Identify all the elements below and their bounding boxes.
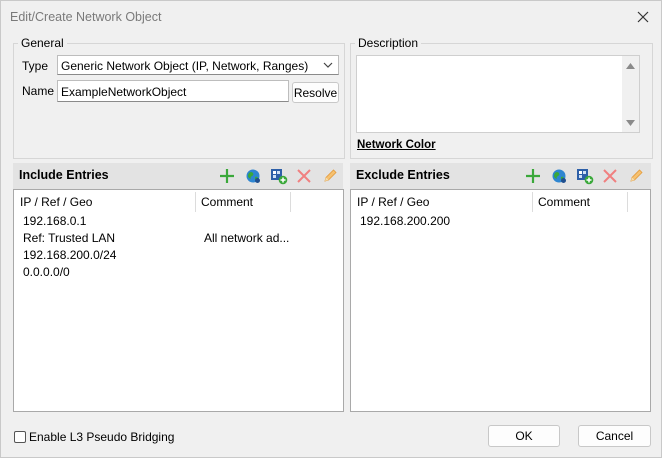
close-icon bbox=[637, 11, 649, 23]
resolve-button[interactable]: Resolve bbox=[292, 82, 339, 103]
add-network-object-icon bbox=[271, 169, 288, 185]
include-row-comment: All network ad... bbox=[204, 231, 290, 245]
general-legend: General bbox=[18, 36, 67, 50]
exclude-entries-title: Exclude Entries bbox=[356, 168, 450, 182]
include-entries-header: Include Entries bbox=[13, 163, 343, 189]
window-title: Edit/Create Network Object bbox=[10, 10, 162, 24]
include-delete-button[interactable] bbox=[293, 165, 315, 187]
globe-icon bbox=[246, 169, 260, 183]
include-entries-title: Include Entries bbox=[19, 168, 109, 182]
add-icon bbox=[526, 169, 540, 183]
l3-pseudo-bridging-label[interactable]: Enable L3 Pseudo Bridging bbox=[29, 430, 174, 444]
description-legend: Description bbox=[355, 36, 422, 50]
exclude-entries-list[interactable]: IP / Ref / Geo Comment 192.168.200.200 bbox=[350, 189, 651, 412]
include-globe-button[interactable] bbox=[242, 165, 264, 187]
add-icon bbox=[220, 169, 234, 183]
description-scrollbar[interactable] bbox=[622, 56, 639, 132]
edit-network-object-dialog: Edit/Create Network Object General Type … bbox=[0, 0, 662, 458]
edit-icon bbox=[324, 169, 337, 182]
exclude-delete-button[interactable] bbox=[599, 165, 621, 187]
include-row-ip: Ref: Trusted LAN bbox=[23, 231, 116, 245]
table-row[interactable]: Ref: Trusted LAN All network ad... bbox=[14, 229, 343, 246]
name-input[interactable]: ExampleNetworkObject bbox=[57, 80, 289, 102]
exclude-add-object-button[interactable] bbox=[574, 165, 596, 187]
exclude-add-button[interactable] bbox=[522, 165, 544, 187]
scroll-up-icon[interactable] bbox=[626, 63, 635, 69]
include-row-ip: 0.0.0.0/0 bbox=[23, 265, 70, 279]
type-label: Type bbox=[22, 59, 49, 73]
include-add-object-button[interactable] bbox=[268, 165, 290, 187]
exclude-col-ip[interactable]: IP / Ref / Geo bbox=[351, 190, 532, 212]
add-network-object-icon bbox=[577, 169, 594, 185]
ok-button[interactable]: OK bbox=[488, 425, 560, 447]
table-row[interactable]: 192.168.0.1 bbox=[14, 212, 343, 229]
table-row[interactable]: 0.0.0.0/0 bbox=[14, 263, 343, 280]
delete-icon bbox=[297, 169, 311, 183]
include-row-ip: 192.168.0.1 bbox=[23, 214, 87, 228]
edit-icon bbox=[630, 169, 643, 182]
include-entries-list[interactable]: IP / Ref / Geo Comment 192.168.0.1 Ref: … bbox=[13, 189, 344, 412]
exclude-row-ip: 192.168.200.200 bbox=[360, 214, 451, 228]
ok-button-label: OK bbox=[515, 429, 533, 443]
table-row[interactable]: 192.168.200.0/24 bbox=[14, 246, 343, 263]
include-col-ip[interactable]: IP / Ref / Geo bbox=[14, 190, 195, 212]
exclude-globe-button[interactable] bbox=[548, 165, 570, 187]
title-bar: Edit/Create Network Object bbox=[1, 1, 661, 33]
exclude-edit-button[interactable] bbox=[625, 165, 647, 187]
cancel-button-label: Cancel bbox=[595, 429, 634, 443]
include-edit-button[interactable] bbox=[319, 165, 341, 187]
exclude-col-divider bbox=[627, 192, 628, 212]
globe-icon bbox=[552, 169, 566, 183]
delete-icon bbox=[603, 169, 617, 183]
type-select[interactable]: Generic Network Object (IP, Network, Ran… bbox=[57, 55, 339, 75]
type-select-value: Generic Network Object (IP, Network, Ran… bbox=[61, 59, 309, 73]
name-input-value: ExampleNetworkObject bbox=[61, 85, 187, 99]
resolve-button-label: Resolve bbox=[293, 85, 338, 100]
l3-pseudo-bridging-checkbox[interactable] bbox=[14, 431, 26, 443]
cancel-button[interactable]: Cancel bbox=[578, 425, 651, 447]
include-col-comment[interactable]: Comment bbox=[195, 190, 290, 212]
network-color-link[interactable]: Network Color bbox=[357, 139, 436, 151]
exclude-col-comment[interactable]: Comment bbox=[532, 190, 627, 212]
chevron-down-icon bbox=[323, 62, 333, 68]
include-row-ip: 192.168.200.0/24 bbox=[23, 248, 117, 262]
scroll-down-icon[interactable] bbox=[626, 120, 635, 126]
include-add-button[interactable] bbox=[216, 165, 238, 187]
close-button[interactable] bbox=[631, 7, 655, 27]
exclude-entries-header: Exclude Entries bbox=[350, 163, 651, 189]
description-textarea[interactable] bbox=[356, 55, 640, 133]
name-label: Name bbox=[22, 84, 55, 98]
table-row[interactable]: 192.168.200.200 bbox=[351, 212, 650, 229]
include-col-divider bbox=[290, 192, 291, 212]
